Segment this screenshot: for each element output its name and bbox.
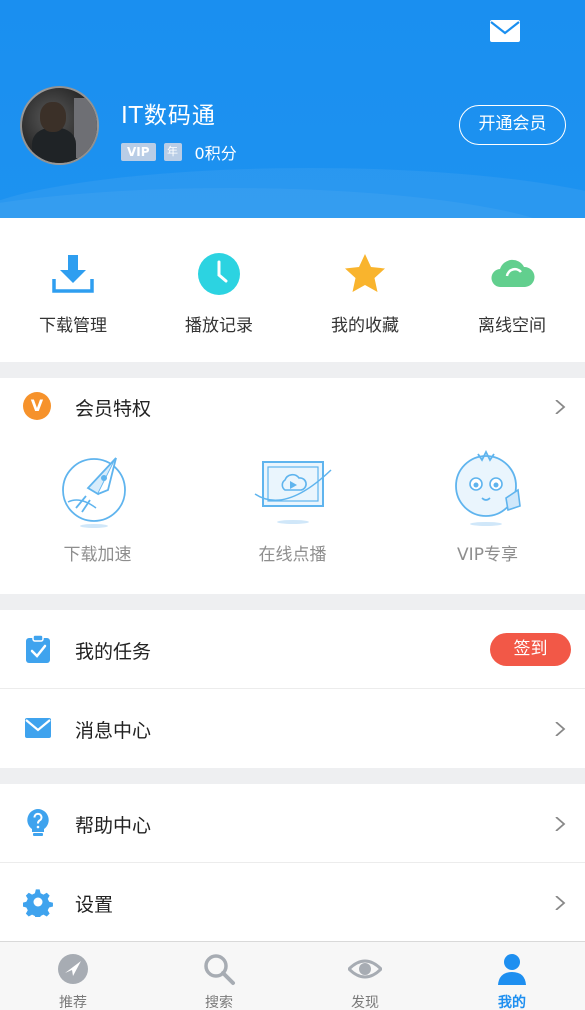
- help-bulb-icon: [27, 809, 49, 836]
- mail-icon[interactable]: [489, 18, 521, 44]
- nav-label: 我的: [498, 995, 526, 1010]
- badge-row: VIP 年 0积分: [121, 140, 237, 164]
- menu-row-settings[interactable]: 设置: [0, 863, 585, 942]
- compass-icon: [58, 954, 88, 984]
- menu-label: 设置: [75, 894, 114, 916]
- profile-header: IT数码通 VIP 年 0积分 开通会员: [0, 0, 585, 218]
- clipboard-icon: [26, 634, 50, 663]
- chevron-right-icon: [555, 722, 566, 736]
- menu-label: 消息中心: [75, 720, 152, 742]
- eye-icon: [348, 959, 382, 979]
- points-text: 0积分: [194, 144, 237, 163]
- perk-download-boost[interactable]: 下载加速: [0, 450, 195, 580]
- download-icon: [52, 255, 94, 293]
- nav-label: 搜索: [205, 995, 233, 1010]
- username: IT数码通: [121, 103, 216, 129]
- menu-group-2: 帮助中心 设置: [0, 784, 585, 941]
- bottom-nav: 推荐 搜索 发现 我的: [0, 941, 585, 1010]
- star-icon: [345, 254, 385, 292]
- chevron-right-icon: [555, 400, 566, 414]
- year-badge: 年: [163, 143, 182, 161]
- nav-search[interactable]: 搜索: [146, 942, 292, 1010]
- perk-label: 在线点播: [258, 545, 327, 565]
- menu-group-1: 我的任务 签到 消息中心: [0, 610, 585, 768]
- open-vip-button[interactable]: 开通会员: [459, 105, 566, 145]
- quick-favorites[interactable]: 我的收藏: [292, 218, 438, 362]
- menu-row-my-tasks[interactable]: 我的任务 签到: [0, 610, 585, 689]
- vip-v-icon: V: [23, 392, 51, 420]
- quick-actions: 下载管理 播放记录 我的收藏 离线空间: [0, 218, 585, 362]
- quick-label: 离线空间: [478, 316, 546, 336]
- rocket-icon: [61, 457, 126, 528]
- quick-label: 我的收藏: [331, 316, 399, 336]
- gear-icon: [23, 889, 53, 917]
- vip-privileges-header[interactable]: V 会员特权: [0, 378, 585, 436]
- vip-privileges-section: V 会员特权 下载加速 在线点播 VIP专享: [0, 378, 585, 594]
- menu-label: 帮助中心: [75, 815, 152, 837]
- checkin-button[interactable]: 签到: [490, 633, 571, 666]
- nav-discover[interactable]: 发现: [292, 942, 438, 1010]
- quick-label: 播放记录: [185, 316, 253, 336]
- menu-row-message-center[interactable]: 消息中心: [0, 689, 585, 768]
- perk-online-streaming[interactable]: 在线点播: [195, 450, 390, 580]
- vip-badge: VIP: [121, 143, 156, 161]
- chevron-right-icon: [555, 896, 566, 910]
- perk-label: 下载加速: [63, 545, 132, 565]
- mascot-icon: [454, 450, 521, 526]
- clock-icon: [198, 253, 240, 295]
- perk-label: VIP专享: [457, 545, 518, 565]
- avatar[interactable]: [20, 86, 99, 165]
- nav-mine[interactable]: 我的: [439, 942, 585, 1010]
- quick-label: 下载管理: [39, 316, 107, 336]
- perk-vip-exclusive[interactable]: VIP专享: [390, 450, 585, 580]
- nav-label: 发现: [351, 995, 379, 1010]
- cloud-icon: [491, 259, 535, 288]
- menu-row-help-center[interactable]: 帮助中心: [0, 784, 585, 863]
- nav-recommend[interactable]: 推荐: [0, 942, 146, 1010]
- quick-play-history[interactable]: 播放记录: [146, 218, 292, 362]
- quick-download-manager[interactable]: 下载管理: [0, 218, 146, 362]
- quick-offline-space[interactable]: 离线空间: [439, 218, 585, 362]
- chevron-right-icon: [555, 817, 566, 831]
- search-icon: [204, 954, 235, 985]
- vip-title: 会员特权: [75, 398, 152, 420]
- user-icon: [498, 954, 526, 985]
- menu-label: 我的任务: [75, 641, 152, 663]
- video-icon: [254, 461, 332, 524]
- nav-label: 推荐: [59, 995, 87, 1010]
- mail-icon: [25, 718, 51, 738]
